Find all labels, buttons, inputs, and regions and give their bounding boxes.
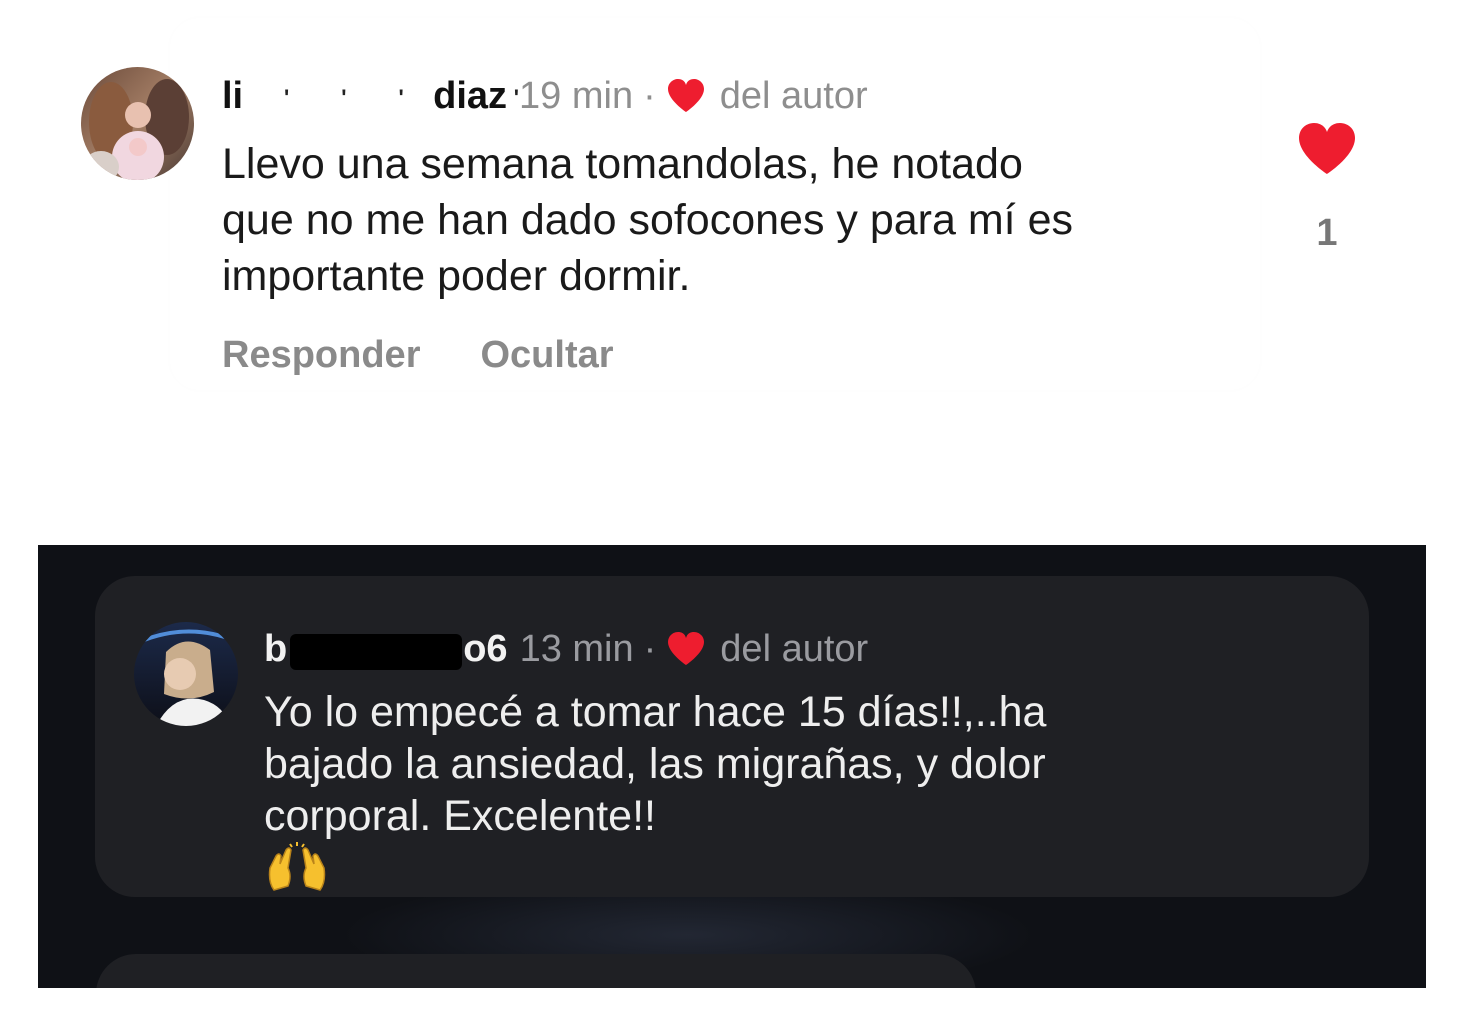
comment-text-line: importante poder dormir. (222, 252, 691, 300)
username[interactable]: b o6 (264, 628, 508, 671)
dark-comment-panel: b o6 13 min · del autor Yo lo empecé a to… (38, 545, 1426, 988)
comment-text-line: Yo lo empecé a tomar hace 15 días!!,..ha (264, 688, 1047, 736)
comment-text-line: que no me han dado sofocones y para mí e… (222, 196, 1073, 244)
like-heart-icon[interactable] (1297, 122, 1357, 176)
comment-header: li diaz ''' ' 19 min · del autor (222, 72, 868, 120)
next-comment-card-partial (96, 954, 976, 988)
timestamp: 13 min (519, 627, 634, 670)
redaction-remnants: ''' ' (284, 84, 572, 110)
separator-dot: · (643, 627, 657, 670)
raising-hands-icon (268, 842, 326, 891)
username[interactable]: li diaz ''' ' (222, 75, 519, 119)
comment-text-line: Llevo una semana tomandolas, he notado (222, 140, 1023, 188)
author-liked-label: del autor (719, 74, 868, 117)
avatar-photo-icon (134, 622, 238, 726)
avatar[interactable] (81, 67, 194, 180)
like-count: 1 (1316, 212, 1338, 254)
hide-button[interactable]: Ocultar (480, 334, 613, 377)
reply-button[interactable]: Responder (222, 334, 420, 377)
redaction-mask (290, 633, 462, 670)
comment-text: Llevo una semana tomandolas, he notado q… (222, 136, 1252, 304)
avatar[interactable] (134, 622, 238, 726)
separator-dot: · (643, 74, 656, 117)
comment-text-line: corporal. Excelente!! (264, 790, 1314, 896)
author-liked-label: del autor (720, 627, 869, 670)
avatar-photo-icon (81, 67, 194, 180)
comment-text-line: bajado la ansiedad, las migrañas, y dolo… (264, 740, 1046, 788)
comment-text: Yo lo empecé a tomar hace 15 días!!,..ha… (264, 686, 1314, 896)
heart-icon (667, 79, 704, 112)
comment-actions: Responder Ocultar (222, 334, 674, 377)
heart-icon (668, 632, 705, 665)
comment-header: b o6 13 min · del autor (264, 625, 868, 673)
